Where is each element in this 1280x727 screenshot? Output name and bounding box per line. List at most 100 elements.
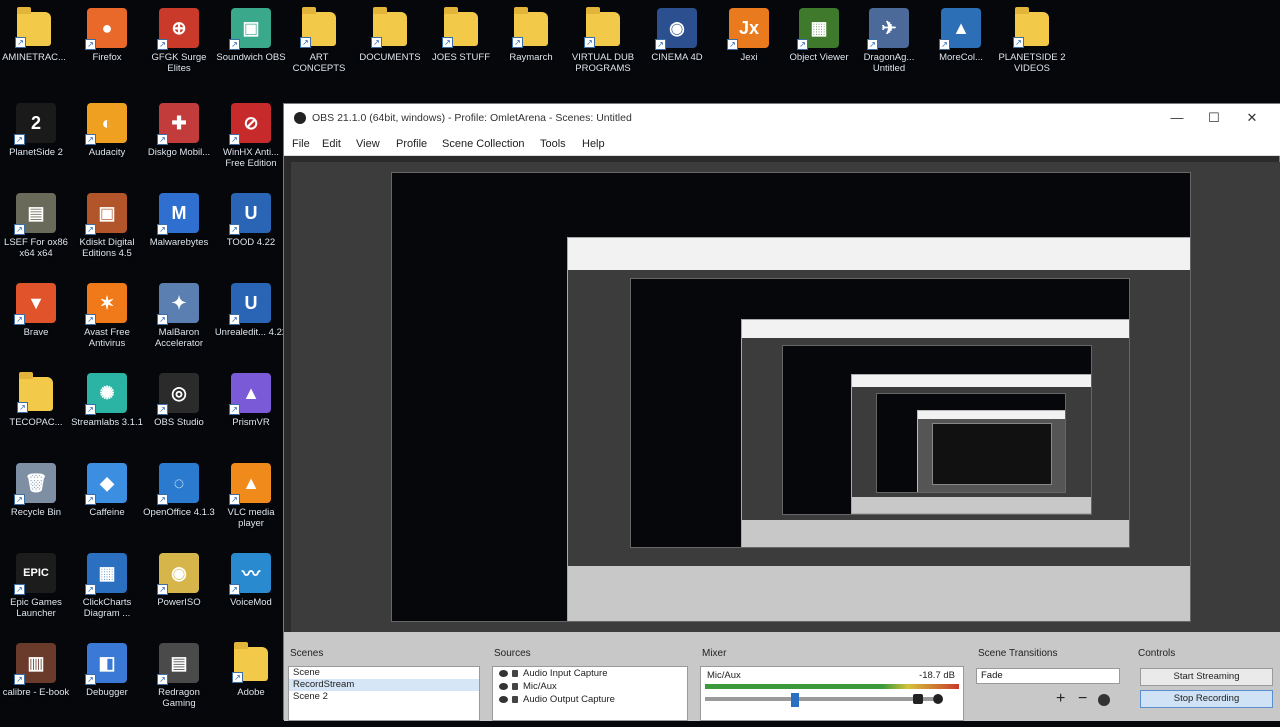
scene-item[interactable]: Scene 2 <box>289 691 479 703</box>
scene-item[interactable]: RecordStream <box>289 679 479 691</box>
desktop-icon[interactable]: ▦ ↗ Object Viewer <box>782 0 856 92</box>
desktop-icon[interactable]: ◌ ↗ OpenOffice 4.1.3 <box>142 455 216 547</box>
source-item[interactable]: Audio Input Capture <box>493 667 687 680</box>
visibility-eye-icon[interactable] <box>499 683 508 690</box>
menu-item-edit[interactable]: Edit <box>322 138 341 150</box>
desktop-icon[interactable]: ⊘ ↗ WinHX Anti... Free Edition <box>214 95 288 187</box>
preview-canvas[interactable] <box>291 162 1280 632</box>
menu-item-help[interactable]: Help <box>582 138 605 150</box>
desktop-icon[interactable]: ▲ ↗ PrismVR <box>214 365 288 457</box>
desktop-icon-label: OBS Studio <box>154 417 204 428</box>
desktop-icon[interactable]: U ↗ Unrealedit... 4.22 <box>214 275 288 367</box>
desktop-icon-label: CINEMA 4D <box>651 52 703 63</box>
gear-icon[interactable] <box>933 694 943 704</box>
lock-icon[interactable] <box>512 670 518 677</box>
lock-icon[interactable] <box>512 683 518 690</box>
mixer-panel: Mic/Aux -18.7 dB <box>700 666 964 721</box>
audacity-icon: ◐ ↗ <box>85 103 127 145</box>
desktop-icon[interactable]: ◆ ↗ Caffeine <box>70 455 144 547</box>
stop-recording-button[interactable]: Stop Recording <box>1140 690 1273 708</box>
menu-item-tools[interactable]: Tools <box>540 138 566 150</box>
source-item[interactable]: Mic/Aux <box>493 680 687 693</box>
prism-icon: ▲ ↗ <box>229 373 271 415</box>
desktop-icon-label: Object Viewer <box>789 52 849 63</box>
desktop-icon[interactable]: ◉ ↗ PowerISO <box>142 545 216 637</box>
desktop-icon[interactable]: Jx ↗ Jexi <box>712 0 786 92</box>
desktop-icon[interactable]: ▤ ↗ Redragon Gaming <box>142 635 216 727</box>
desktop-icon[interactable]: 〰 ↗ VoiceMod <box>214 545 288 637</box>
desktop-icon[interactable]: ▣ ↗ Kdiskt Digital Editions 4.5 <box>70 185 144 277</box>
desktop-icon[interactable]: ◐ ↗ Audacity <box>70 95 144 187</box>
desktop-icon[interactable]: 2 ↗ PlanetSide 2 <box>0 95 73 187</box>
shortcut-arrow-icon: ↗ <box>85 39 96 50</box>
window-title: OBS 21.1.0 (64bit, windows) - Profile: O… <box>312 112 632 124</box>
capture-level-7 <box>876 393 1066 493</box>
shortcut-arrow-icon: ↗ <box>85 224 96 235</box>
desktop-icon[interactable]: ▼ ↗ Brave <box>0 275 73 367</box>
desktop-icon[interactable]: M ↗ Malwarebytes <box>142 185 216 277</box>
desktop-icon[interactable]: ▥ ↗ calibre - E-book <box>0 635 73 727</box>
add-transition-button[interactable]: + <box>1056 690 1065 708</box>
voicemod-icon: 〰 ↗ <box>229 553 271 595</box>
desktop-icon[interactable]: ↗ AMINETRAC... <box>0 0 71 92</box>
menu-item-scene-collection[interactable]: Scene Collection <box>442 138 525 150</box>
shortcut-arrow-icon: ↗ <box>229 224 240 235</box>
minimize-button[interactable]: — <box>1159 108 1195 128</box>
desktop-icon[interactable]: 🗑 ↗ Recycle Bin <box>0 455 73 547</box>
folder-icon: ↗ <box>1013 7 1049 48</box>
desktop-icon[interactable]: ▲ ↗ MoreCol... <box>924 0 998 92</box>
desktop-icon[interactable]: ◎ ↗ OBS Studio <box>142 365 216 457</box>
source-item[interactable]: Audio Output Capture <box>493 693 687 706</box>
visibility-eye-icon[interactable] <box>499 696 508 703</box>
transition-settings-icon[interactable] <box>1098 694 1110 706</box>
folder-icon: ↗ <box>300 7 336 48</box>
desktop-icon[interactable]: ↗ JOES STUFF <box>424 0 498 92</box>
desktop-icon[interactable]: ⊕ ↗ GFGK Surge Elites <box>142 0 216 92</box>
cinema4d-icon: ◉ ↗ <box>655 8 697 50</box>
desktop-icon[interactable]: ↗ Adobe <box>214 635 288 727</box>
desktop-icon[interactable]: U ↗ TOOD 4.22 <box>214 185 288 277</box>
folder-icon: ↗ <box>17 372 53 413</box>
close-button[interactable]: ✕ <box>1234 108 1270 128</box>
desktop-icon[interactable]: ↗ Raymarch <box>494 0 568 92</box>
menu-item-file[interactable]: File <box>292 138 310 150</box>
dragon-icon: ✈ ↗ <box>867 8 909 50</box>
desktop-icon[interactable]: ↗ PLANETSIDE 2 VIDEOS <box>995 0 1069 92</box>
remove-transition-button[interactable]: − <box>1078 690 1087 708</box>
start-streaming-button[interactable]: Start Streaming <box>1140 668 1273 686</box>
desktop-icon[interactable]: ✶ ↗ Avast Free Antivirus <box>70 275 144 367</box>
volume-slider-handle[interactable] <box>791 693 799 707</box>
sources-header: Sources <box>494 648 531 659</box>
desktop-icon[interactable]: EPIC ↗ Epic Games Launcher <box>0 545 73 637</box>
shortcut-arrow-icon: ↗ <box>17 402 28 413</box>
shortcut-arrow-icon: ↗ <box>85 584 96 595</box>
shortcut-arrow-icon: ↗ <box>157 224 168 235</box>
desktop-icon[interactable]: ▣ ↗ Soundwich OBS <box>214 0 288 92</box>
obs-logo-icon <box>294 112 306 124</box>
desktop-icon[interactable]: ↗ VIRTUAL DUB PROGRAMS <box>566 0 640 92</box>
volume-slider[interactable] <box>705 697 933 701</box>
desktop-icon[interactable]: ↗ DOCUMENTS <box>353 0 427 92</box>
desktop-icon[interactable]: ✺ ↗ Streamlabs 3.1.1 <box>70 365 144 457</box>
lock-icon[interactable] <box>512 696 518 703</box>
desktop-icon[interactable]: ● ↗ Firefox <box>70 0 144 92</box>
desktop-icon[interactable]: ▲ ↗ VLC media player <box>214 455 288 547</box>
desktop-icon-label: PlanetSide 2 <box>9 147 63 158</box>
source-label: Audio Output Capture <box>523 694 615 705</box>
visibility-eye-icon[interactable] <box>499 670 508 677</box>
transition-select[interactable]: Fade <box>976 668 1120 684</box>
scene-item[interactable]: Scene <box>289 667 479 679</box>
desktop-icon[interactable]: ✈ ↗ DragonAg... Untitled <box>852 0 926 92</box>
desktop-icon[interactable]: ↗ ART CONCEPTS <box>282 0 356 92</box>
desktop-icon[interactable]: ✦ ↗ MalBaron Accelerator <box>142 275 216 367</box>
desktop-icon[interactable]: ◉ ↗ CINEMA 4D <box>640 0 714 92</box>
desktop-icon[interactable]: ◧ ↗ Debugger <box>70 635 144 727</box>
menu-item-profile[interactable]: Profile <box>396 138 427 150</box>
speaker-icon[interactable] <box>913 694 923 704</box>
desktop-icon[interactable]: ▤ ↗ LSEF For ox86 x64 x64 <box>0 185 73 277</box>
maximize-button[interactable]: ☐ <box>1196 108 1232 128</box>
menu-item-view[interactable]: View <box>356 138 380 150</box>
desktop-icon[interactable]: ✚ ↗ Diskgo Mobil... <box>142 95 216 187</box>
desktop-icon[interactable]: ↗ TECOPAC... <box>0 365 73 457</box>
desktop-icon[interactable]: ▦ ↗ ClickCharts Diagram ... <box>70 545 144 637</box>
